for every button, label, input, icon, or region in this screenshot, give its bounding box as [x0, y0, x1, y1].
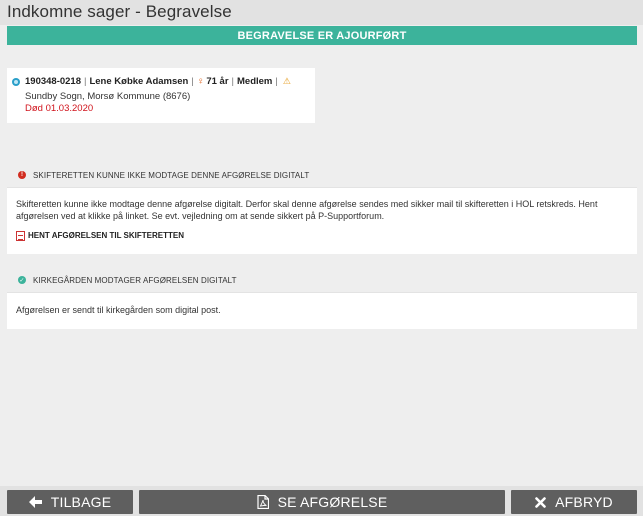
- section-text: Skifteretten kunne ikke modtage denne af…: [16, 199, 598, 221]
- warning-icon[interactable]: ⚠: [283, 76, 291, 87]
- separator: |: [84, 76, 87, 87]
- error-icon: !: [18, 171, 26, 179]
- separator: |: [275, 76, 278, 87]
- back-button-label: TILBAGE: [50, 494, 112, 510]
- pdf-file-icon: [257, 495, 269, 509]
- section-heading: KIRKEGÅRDEN MODTAGER AFGØRELSEN DIGITALT: [33, 275, 237, 285]
- section-header-court: ! SKIFTERETTEN KUNNE IKKE MODTAGE DENNE …: [7, 166, 637, 184]
- back-button[interactable]: TILBAGE: [7, 490, 133, 514]
- section-heading: SKIFTERETTEN KUNNE IKKE MODTAGE DENNE AF…: [33, 170, 310, 180]
- close-icon: [535, 496, 546, 508]
- pdf-icon: [16, 231, 25, 241]
- person-cpr: 190348-0218: [25, 76, 81, 87]
- person-parish: Sundby Sogn, Morsø Kommune (8676): [25, 91, 191, 102]
- cancel-button[interactable]: AFBRYD: [511, 490, 637, 514]
- person-info-icon[interactable]: [12, 77, 20, 86]
- cancel-button-label: AFBRYD: [555, 494, 613, 510]
- person-card: 190348-0218 | Lene Købke Adamsen | ♀ 71 …: [7, 68, 315, 123]
- page: Indkomne sager - Begravelse BEGRAVELSE E…: [0, 0, 643, 516]
- person-age: 71 år: [206, 76, 229, 87]
- separator: |: [191, 76, 194, 87]
- person-death-date: Død 01.03.2020: [25, 103, 94, 114]
- person-membership: Medlem: [237, 76, 273, 87]
- status-banner: BEGRAVELSE ER AJOURFØRT: [7, 26, 637, 45]
- section-body-cemetery: Afgørelsen er sendt til kirkegården som …: [7, 292, 637, 329]
- person-summary: 190348-0218 | Lene Købke Adamsen | ♀ 71 …: [12, 76, 291, 87]
- arrow-left-icon: [28, 496, 42, 508]
- view-decision-button[interactable]: SE AFGØRELSE: [139, 490, 505, 514]
- view-decision-label: SE AFGØRELSE: [277, 494, 388, 510]
- section-body-court: Skifteretten kunne ikke modtage denne af…: [7, 187, 637, 254]
- separator: |: [231, 76, 234, 87]
- download-decision-link[interactable]: HENT AFGØRELSEN TIL SKIFTERETTEN: [16, 230, 628, 242]
- section-text: Afgørelsen er sendt til kirkegården som …: [16, 305, 221, 315]
- female-icon: ♀: [196, 76, 205, 87]
- section-header-cemetery: ✓ KIRKEGÅRDEN MODTAGER AFGØRELSEN DIGITA…: [7, 271, 637, 289]
- page-title: Indkomne sager - Begravelse: [7, 2, 232, 21]
- title-bar: Indkomne sager - Begravelse: [0, 0, 643, 25]
- check-icon: ✓: [18, 276, 26, 284]
- download-decision-label: HENT AFGØRELSEN TIL SKIFTERETTEN: [28, 231, 185, 240]
- person-name: Lene Købke Adamsen: [89, 76, 189, 87]
